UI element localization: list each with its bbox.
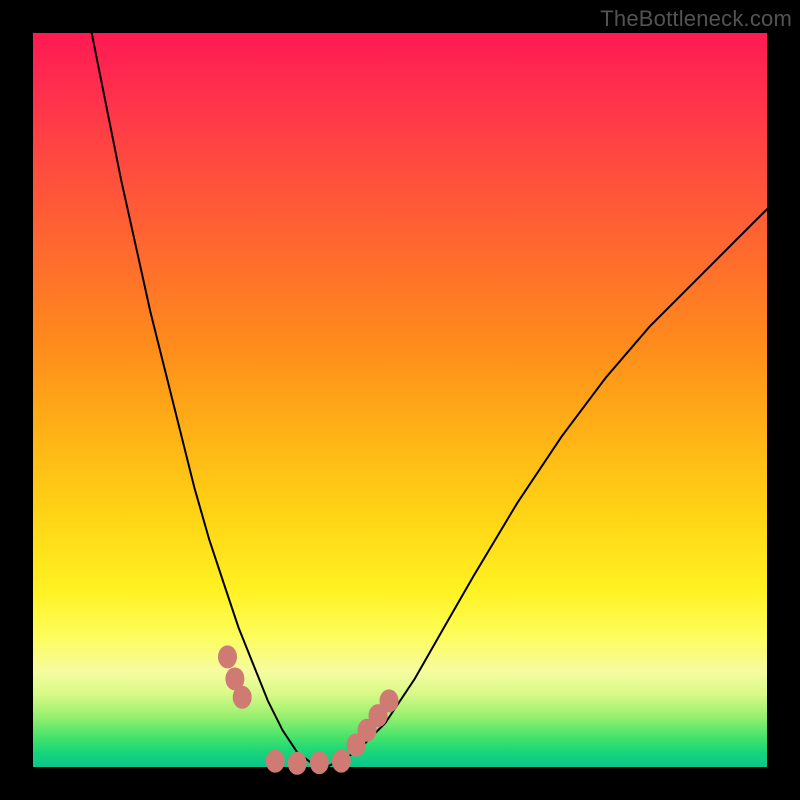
data-marker xyxy=(219,646,237,668)
data-marker xyxy=(233,686,251,708)
data-marker xyxy=(266,750,284,772)
data-marker xyxy=(380,690,398,712)
data-marker xyxy=(332,750,350,772)
data-marker xyxy=(310,752,328,774)
markers-group xyxy=(219,646,399,774)
chart-frame: TheBottleneck.com xyxy=(0,0,800,800)
bottleneck-curve xyxy=(92,33,767,767)
chart-overlay xyxy=(33,33,767,767)
data-marker xyxy=(288,752,306,774)
attribution-text: TheBottleneck.com xyxy=(600,6,792,32)
